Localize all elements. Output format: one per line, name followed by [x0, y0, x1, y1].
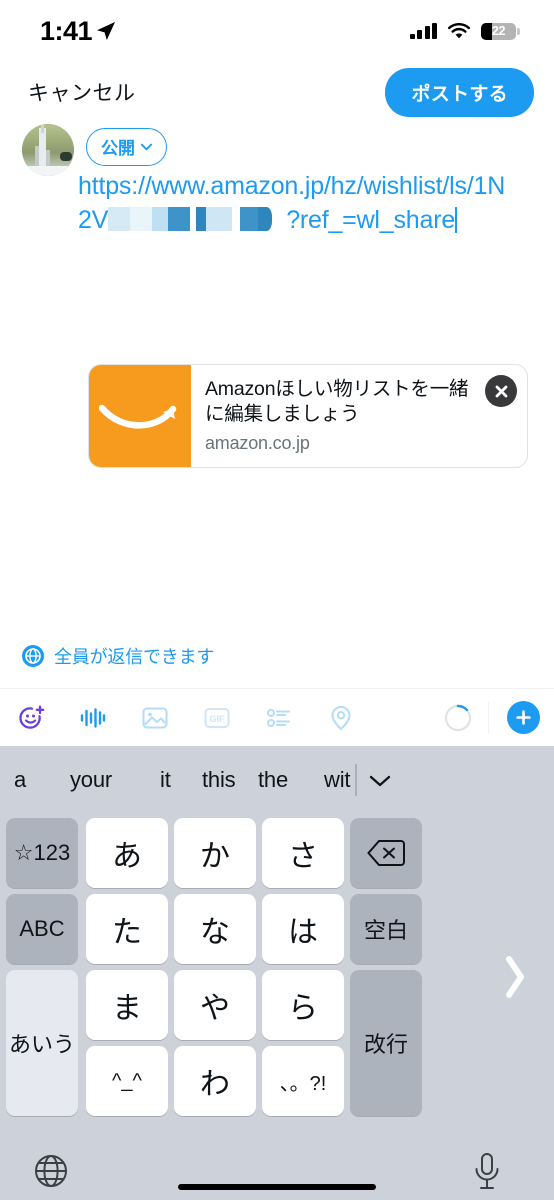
delete-icon	[367, 840, 405, 866]
delete-key[interactable]	[350, 818, 422, 888]
character-count-ring	[444, 704, 472, 732]
key-ら[interactable]: ら	[262, 970, 344, 1040]
key-わ[interactable]: わ	[174, 1046, 256, 1116]
suggestion-wit[interactable]: wit	[324, 767, 350, 793]
audience-selector[interactable]: 公開	[86, 128, 167, 166]
link-domain: amazon.co.jp	[205, 432, 310, 453]
battery-level-label: 22	[491, 24, 506, 38]
key-空白[interactable]: 空白	[350, 894, 422, 964]
suggestion-this[interactable]: this	[202, 767, 236, 793]
key-ABC[interactable]: ABC	[6, 894, 78, 964]
status-bar-left: 1:41	[40, 16, 116, 47]
chevron-down-icon[interactable]	[368, 774, 392, 788]
key-^_^[interactable]: ^_^	[86, 1046, 168, 1116]
status-bar-right: 22	[409, 22, 520, 40]
key-な[interactable]: な	[174, 894, 256, 964]
toolbar-icon-group: GIF	[0, 689, 372, 747]
amazon-smile-logo	[99, 404, 177, 429]
key-あ[interactable]: あ	[86, 818, 168, 888]
reply-settings-button[interactable]: 全員が返信できます	[22, 643, 214, 669]
image-icon[interactable]	[124, 689, 186, 747]
location-pin-icon[interactable]	[310, 689, 372, 747]
post-url-suffix: ?ref_=wl_share	[286, 205, 456, 234]
audience-label: 公開	[101, 139, 135, 158]
keyboard-key-grid: ☆123 あかさ ABC たなは空白あいうまやら改行 ^_^ わ、。?!	[0, 814, 554, 1144]
status-bar-clock: 1:41	[40, 15, 93, 46]
status-bar: 1:41 22	[0, 0, 554, 62]
avatar-image	[22, 124, 74, 176]
navigation-bar: キャンセル ポストする	[0, 62, 554, 122]
key-改行[interactable]: 改行	[350, 970, 422, 1116]
chevron-down-icon	[140, 143, 153, 151]
microphone-icon[interactable]	[472, 1152, 502, 1192]
compose-post-screen: 1:41 22 キャンセル ポストする 公開 https://www.amazo…	[0, 0, 554, 1200]
compose-toolbar: GIF	[0, 688, 554, 746]
key-あいう[interactable]: あいう	[6, 970, 78, 1116]
globe-icon	[22, 645, 44, 667]
key-ま[interactable]: ま	[86, 970, 168, 1040]
toolbar-divider	[488, 701, 489, 734]
post-text-input[interactable]: https://www.amazon.jp/hz/wishlist/ls/1N2…	[78, 170, 508, 237]
remove-link-preview-button[interactable]	[485, 375, 517, 407]
link-card-body: Amazonほしい物リストを一緒に編集しましょう amazon.co.jp	[191, 365, 527, 467]
link-title: Amazonほしい物リストを一緒に編集しましょう	[205, 378, 469, 426]
key-や[interactable]: や	[174, 970, 256, 1040]
gif-icon[interactable]: GIF	[186, 689, 248, 747]
key-、。?![interactable]: 、。?!	[262, 1046, 344, 1116]
avatar[interactable]	[22, 124, 74, 176]
home-indicator	[178, 1184, 376, 1190]
suggestion-a[interactable]: a	[14, 767, 26, 793]
audio-waveform-icon[interactable]	[62, 689, 124, 747]
chevron-right-icon[interactable]	[502, 954, 528, 1000]
battery-icon: 22	[481, 22, 520, 40]
suggestion-your[interactable]: your	[70, 767, 112, 793]
wifi-icon	[448, 22, 470, 38]
keyboard: a your it this the wit ☆123 あかさ ABC たなは空白あいうまやら改…	[0, 746, 554, 1200]
text-cursor	[455, 206, 458, 233]
toolbar-right-group	[444, 701, 554, 734]
reply-settings-label: 全員が返信できます	[54, 647, 215, 667]
cellular-signal-icon	[409, 23, 437, 39]
close-icon	[495, 385, 507, 397]
location-arrow-icon	[97, 22, 116, 40]
keyboard-bottom-bar	[0, 1144, 554, 1200]
key-は[interactable]: は	[262, 894, 344, 964]
cancel-button[interactable]: キャンセル	[28, 77, 136, 107]
plus-icon	[516, 710, 531, 725]
key-さ[interactable]: さ	[262, 818, 344, 888]
poll-icon[interactable]	[248, 689, 310, 747]
redacted-text	[108, 206, 286, 231]
suggestion-it[interactable]: it	[160, 767, 171, 793]
key-た[interactable]: た	[86, 894, 168, 964]
suggestion-the[interactable]: the	[258, 767, 288, 793]
svg-text:GIF: GIF	[210, 714, 226, 724]
link-thumbnail	[89, 365, 191, 467]
link-preview-card[interactable]: Amazonほしい物リストを一緒に編集しましょう amazon.co.jp	[88, 364, 528, 468]
key-か[interactable]: か	[174, 818, 256, 888]
globe-icon[interactable]	[32, 1152, 70, 1190]
key-☆123[interactable]: ☆123	[6, 818, 78, 888]
post-button[interactable]: ポストする	[385, 67, 534, 117]
grok-emoji-icon[interactable]	[0, 689, 62, 747]
suggestion-divider	[355, 764, 357, 796]
add-post-button[interactable]	[507, 701, 540, 734]
keyboard-suggestion-bar: a your it this the wit	[0, 746, 554, 814]
